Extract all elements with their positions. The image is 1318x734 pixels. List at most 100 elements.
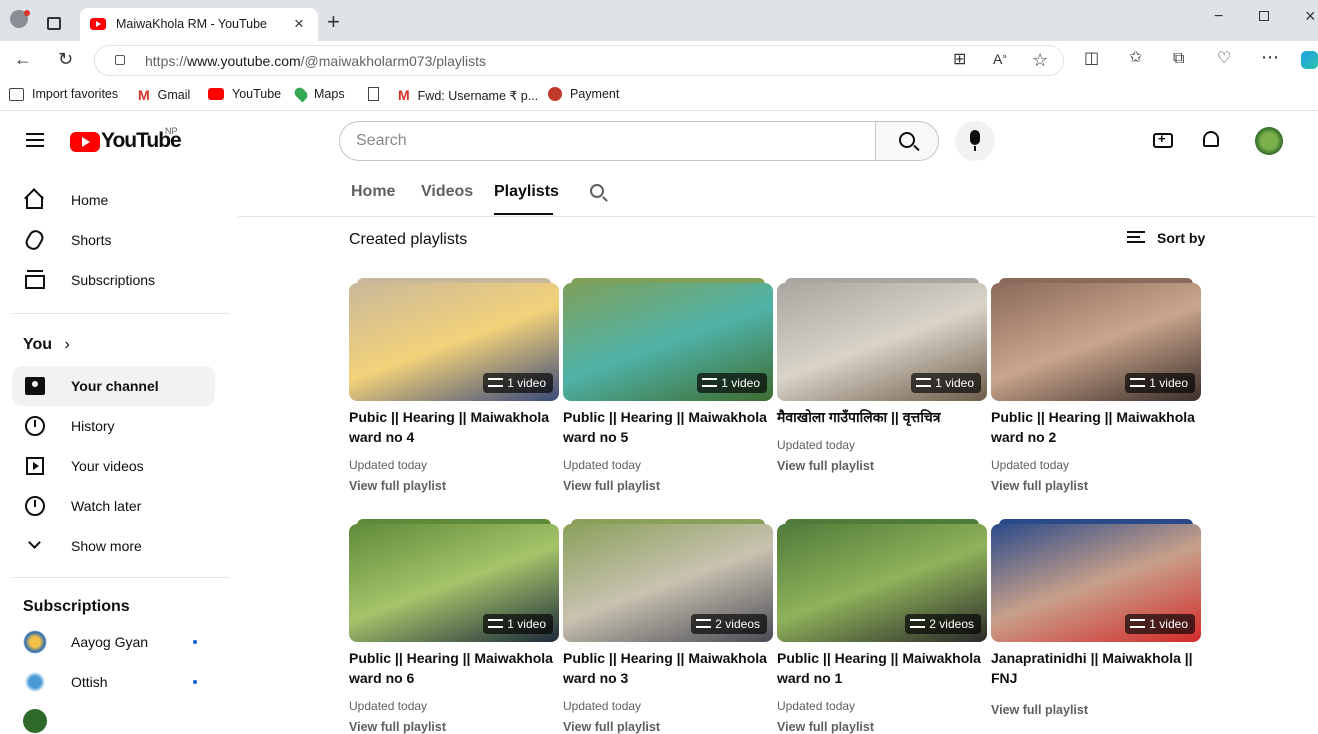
browser-tab[interactable]: MaiwaKhola RM - YouTube × xyxy=(80,8,318,41)
create-video-icon[interactable]: + xyxy=(1153,131,1173,148)
sidebar-item-your-videos[interactable]: Your videos xyxy=(12,446,215,486)
view-full-playlist-link[interactable]: View full playlist xyxy=(349,479,446,493)
playlist-thumbnail[interactable]: 1 video xyxy=(349,524,559,642)
playlist-thumbnail[interactable]: 2 videos xyxy=(777,524,987,642)
sidebar-item-label: Your videos xyxy=(71,458,144,474)
collections-icon[interactable]: ⧉ xyxy=(1173,51,1184,67)
playlist-title[interactable]: मैवाखोला गाउँपालिका || वृत्तचित्र xyxy=(777,407,987,427)
playlist-thumbnail[interactable]: 1 video xyxy=(991,283,1201,401)
fav-maps[interactable]: Maps xyxy=(292,85,345,103)
url-domain: www.youtube.com xyxy=(187,53,301,69)
microphone-icon xyxy=(970,130,980,145)
video-count: 2 videos xyxy=(715,617,760,631)
playlist-card[interactable]: 2 videos Public || Hearing || Maiwakhola … xyxy=(777,519,987,734)
sidebar-item-label: Shorts xyxy=(71,232,112,248)
sidebar-subscription-ottish[interactable]: Ottish xyxy=(12,662,215,702)
view-full-playlist-link[interactable]: View full playlist xyxy=(777,720,874,734)
account-avatar[interactable] xyxy=(1255,127,1283,155)
playlist-card[interactable]: 1 video Pubic || Hearing || Maiwakhola wa… xyxy=(349,278,559,493)
app-available-icon[interactable]: ⊞ xyxy=(953,52,966,68)
video-count-badge: 1 video xyxy=(911,373,981,393)
new-tab-button[interactable]: + xyxy=(327,9,340,35)
sidebar-item-watch-later[interactable]: Watch later xyxy=(12,486,215,526)
sidebar-item-subscriptions[interactable]: Subscriptions xyxy=(12,260,215,300)
playlist-title[interactable]: Janapratinidhi || Maiwakhola || FNJ xyxy=(991,648,1201,688)
playlist-card[interactable]: 1 video Public || Hearing || Maiwakhola w… xyxy=(349,519,559,734)
fav-import-favorites[interactable]: Import favorites xyxy=(9,87,118,101)
sidebar-item-history[interactable]: History xyxy=(12,406,215,446)
playlist-title[interactable]: Public || Hearing || Maiwakhola ward no … xyxy=(563,407,773,447)
fav-gmail[interactable]: M Gmail xyxy=(138,87,190,103)
playlist-icon xyxy=(702,378,718,387)
read-aloud-icon[interactable]: A» xyxy=(993,52,1007,66)
notifications-bell-icon[interactable] xyxy=(1203,131,1219,147)
playlist-thumbnail[interactable]: 1 video xyxy=(777,283,987,401)
view-full-playlist-link[interactable]: View full playlist xyxy=(991,703,1088,717)
sidebar-item-show-more[interactable]: Show more xyxy=(12,526,215,566)
playlist-title[interactable]: Public || Hearing || Maiwakhola ward no … xyxy=(777,648,987,688)
favorite-star-icon[interactable]: ☆ xyxy=(1032,51,1048,69)
split-screen-icon[interactable]: ◫ xyxy=(1084,51,1099,67)
country-code: NP xyxy=(165,126,178,136)
playlist-thumbnail[interactable]: 2 videos xyxy=(563,524,773,642)
sidebar-item-shorts[interactable]: Shorts xyxy=(12,220,215,260)
playlist-title[interactable]: Public || Hearing || Maiwakhola ward no … xyxy=(991,407,1201,447)
tab-title: MaiwaKhola RM - YouTube xyxy=(116,17,268,31)
maximize-button[interactable] xyxy=(1259,11,1269,21)
tab-close-icon[interactable]: × xyxy=(294,14,304,34)
sidebar-item-home[interactable]: Home xyxy=(12,180,215,220)
tab-home[interactable]: Home xyxy=(351,183,395,201)
minimize-button[interactable]: − xyxy=(1214,8,1223,26)
tab-videos[interactable]: Videos xyxy=(421,183,473,201)
favorites-bar: Import favorites M Gmail YouTube Maps M Fw… xyxy=(0,79,1318,111)
fav-fwd-username[interactable]: M Fwd: Username ₹ p... xyxy=(398,87,538,103)
browser-essentials-icon[interactable]: ♡ xyxy=(1217,51,1231,67)
search-input[interactable]: Search xyxy=(339,121,876,161)
playlist-updated: Updated today xyxy=(563,458,642,472)
playlist-thumbnail[interactable]: 1 video xyxy=(991,524,1201,642)
fav-label: YouTube xyxy=(232,87,282,101)
playlist-card[interactable]: 1 video Janapratinidhi || Maiwakhola || F… xyxy=(991,519,1201,719)
sidebar-you-heading[interactable]: You › xyxy=(23,336,70,354)
tab-playlists[interactable]: Playlists xyxy=(494,183,559,201)
voice-search-button[interactable] xyxy=(955,121,995,161)
back-arrow-icon[interactable]: ← xyxy=(14,50,32,68)
refresh-icon[interactable]: ↻ xyxy=(58,50,73,68)
playlist-thumbnail[interactable]: 1 video xyxy=(563,283,773,401)
playlist-card[interactable]: 1 video Public || Hearing || Maiwakhola w… xyxy=(991,278,1201,493)
playlist-card[interactable]: 2 videos Public || Hearing || Maiwakhola … xyxy=(563,519,773,734)
tabs-divider xyxy=(238,216,1315,217)
playlist-title[interactable]: Public || Hearing || Maiwakhola ward no … xyxy=(563,648,773,688)
youtube-header: YouTube NP Search + xyxy=(0,111,1318,171)
view-full-playlist-link[interactable]: View full playlist xyxy=(777,459,874,473)
search-button[interactable] xyxy=(875,121,939,161)
video-count: 1 video xyxy=(1149,376,1188,390)
sort-by-button[interactable]: Sort by xyxy=(1127,229,1207,249)
view-full-playlist-link[interactable]: View full playlist xyxy=(563,720,660,734)
view-full-playlist-link[interactable]: View full playlist xyxy=(991,479,1088,493)
copilot-icon[interactable] xyxy=(1301,51,1318,69)
sidebar-subscription-aayog-gyan[interactable]: Aayog Gyan xyxy=(12,622,215,662)
favorites-icon[interactable]: ✩ xyxy=(1129,50,1142,66)
fav-payment[interactable]: Payment xyxy=(548,87,619,101)
close-window-button[interactable]: × xyxy=(1305,6,1316,27)
fav-document[interactable] xyxy=(368,87,379,101)
address-bar[interactable]: https://www.youtube.com/@maiwakholarm073… xyxy=(94,45,1064,76)
video-count: 1 video xyxy=(721,376,760,390)
video-count: 2 videos xyxy=(929,617,974,631)
playlist-card[interactable]: 1 video मैवाखोला गाउँपालिका || वृत्तचित्र… xyxy=(777,278,987,478)
view-full-playlist-link[interactable]: View full playlist xyxy=(349,720,446,734)
fav-youtube[interactable]: YouTube xyxy=(208,87,281,101)
sidebar-item-label: Watch later xyxy=(71,498,142,514)
playlist-title[interactable]: Pubic || Hearing || Maiwakhola ward no 4 xyxy=(349,407,559,447)
sort-by-label: Sort by xyxy=(1157,230,1206,246)
menu-hamburger-icon[interactable] xyxy=(26,133,44,147)
playlist-card[interactable]: 1 video Public || Hearing || Maiwakhola w… xyxy=(563,278,773,493)
playlist-thumbnail[interactable]: 1 video xyxy=(349,283,559,401)
sidebar-item-your-channel[interactable]: Your channel xyxy=(12,366,215,406)
tab-actions-icon[interactable] xyxy=(47,17,61,30)
channel-avatar[interactable] xyxy=(23,709,47,733)
view-full-playlist-link[interactable]: View full playlist xyxy=(563,479,660,493)
playlist-title[interactable]: Public || Hearing || Maiwakhola ward no … xyxy=(349,648,559,688)
settings-more-icon[interactable]: ⋯ xyxy=(1261,48,1279,66)
